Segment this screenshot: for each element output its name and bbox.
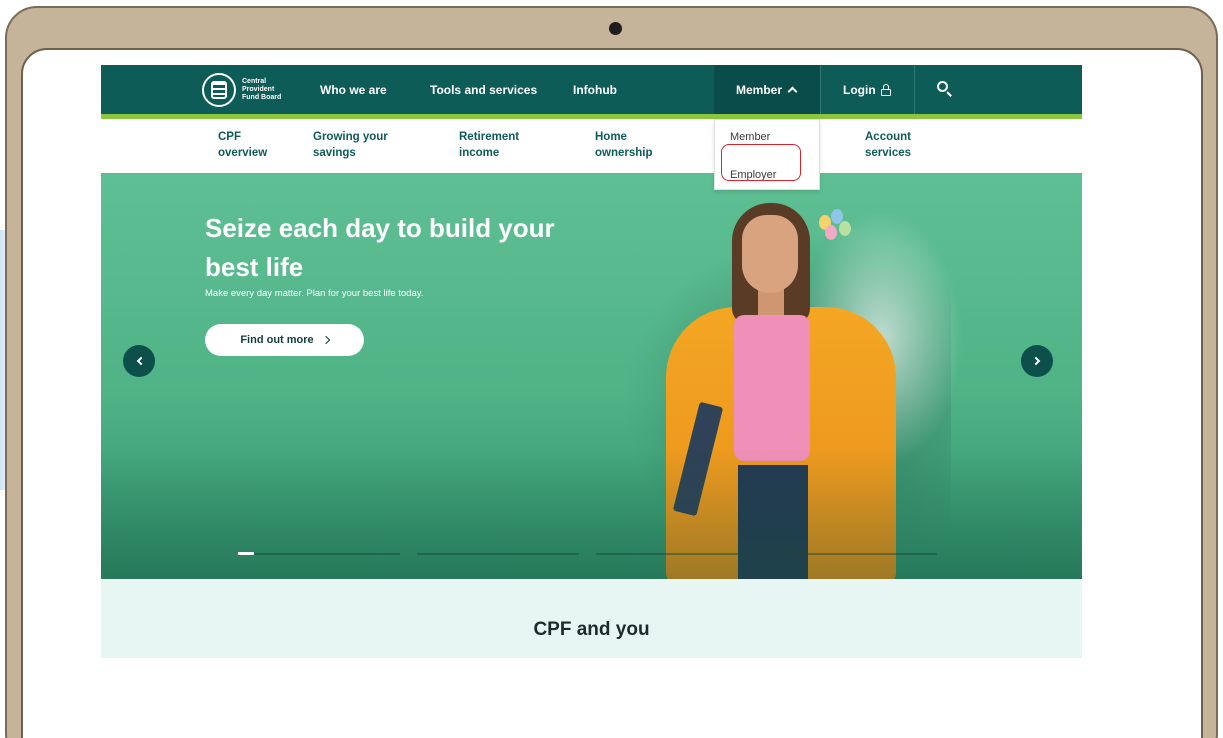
slide-indicator[interactable] <box>596 553 758 555</box>
carousel-next-button[interactable] <box>1021 345 1053 377</box>
nav-who-we-are[interactable]: Who we are <box>320 65 387 114</box>
logo-line: Central <box>242 78 267 85</box>
hero-title: Seize each day to build your best life <box>205 213 555 282</box>
subnav-label: CPF <box>218 131 241 143</box>
top-navigation: Central Provident Fund Board Who we are … <box>101 65 1082 119</box>
subnav-label: Home <box>595 131 627 143</box>
sub-navigation: CPF overview Growing your savings Retire… <box>101 119 1082 173</box>
slide-indicator[interactable] <box>775 553 937 555</box>
subnav-retirement-income[interactable]: Retirement income <box>459 129 569 161</box>
cta-label: Find out more <box>240 334 314 346</box>
employer-highlight-annotation <box>721 144 801 181</box>
nav-divider <box>914 65 915 114</box>
subnav-label: overview <box>218 147 268 159</box>
find-out-more-button[interactable]: Find out more <box>205 324 364 356</box>
search-icon[interactable] <box>937 81 953 97</box>
nav-member-label: Member <box>736 82 783 97</box>
subnav-label: Growing your <box>313 131 388 143</box>
subnav-home-ownership[interactable]: Home ownership <box>595 129 705 161</box>
subnav-label: income <box>459 147 500 159</box>
slide-indicator[interactable] <box>417 553 579 555</box>
subnav-label: savings <box>313 147 356 159</box>
subnav-account-services[interactable]: Account services <box>865 129 975 161</box>
chevron-left-icon <box>136 356 145 366</box>
subnav-label: ownership <box>595 147 653 159</box>
nav-infohub[interactable]: Infohub <box>573 65 617 114</box>
cpf-logo[interactable]: Central Provident Fund Board <box>202 70 288 110</box>
chevron-up-icon <box>787 86 798 97</box>
nav-divider <box>820 65 821 114</box>
webcam <box>609 22 622 35</box>
nav-tools-and-services[interactable]: Tools and services <box>430 65 537 114</box>
logo-line: Fund Board <box>242 94 282 101</box>
cpf-website: Central Provident Fund Board Who we are … <box>101 65 1082 660</box>
logo-text: Central Provident Fund Board <box>242 78 288 102</box>
chevron-right-icon <box>1031 356 1040 366</box>
nav-login[interactable]: Login <box>843 65 891 114</box>
hero-banner: Seize each day to build your best life M… <box>101 173 1082 579</box>
carousel-prev-button[interactable] <box>123 345 155 377</box>
nav-member[interactable]: Member <box>736 65 798 114</box>
lock-icon <box>880 83 891 96</box>
section-title: CPF and you <box>533 619 650 640</box>
subnav-label: Account <box>865 131 911 143</box>
subnav-growing-your-savings[interactable]: Growing your savings <box>313 129 423 161</box>
slide-progress-fill <box>238 552 255 555</box>
nav-login-label: Login <box>843 82 876 97</box>
logo-line: Provident <box>242 86 275 93</box>
subnav-label: services <box>865 147 912 159</box>
chevron-right-icon <box>321 335 330 345</box>
cpf-emblem-icon <box>202 73 236 107</box>
hero-subtitle: Make every day matter. Plan for your bes… <box>205 288 424 299</box>
subnav-label: Retirement <box>459 131 520 143</box>
slide-indicator[interactable] <box>238 552 400 555</box>
hero-shade <box>101 449 1082 579</box>
laptop-screen: Central Provident Fund Board Who we are … <box>21 48 1203 738</box>
subnav-cpf-overview[interactable]: CPF overview <box>218 129 328 161</box>
cpf-and-you-section: CPF and you <box>101 579 1082 658</box>
menu-item-member[interactable]: Member <box>730 131 770 143</box>
